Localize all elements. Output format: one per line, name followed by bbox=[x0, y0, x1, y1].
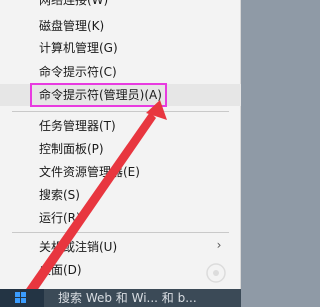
start-button[interactable] bbox=[0, 289, 44, 307]
windows-logo-icon bbox=[15, 292, 27, 304]
taskbar: 搜索 Web 和 Wi... 和 b... bbox=[0, 289, 241, 307]
taskbar-search-input[interactable]: 搜索 Web 和 Wi... 和 b... bbox=[44, 289, 241, 307]
red-arrow-annotation bbox=[24, 100, 167, 298]
